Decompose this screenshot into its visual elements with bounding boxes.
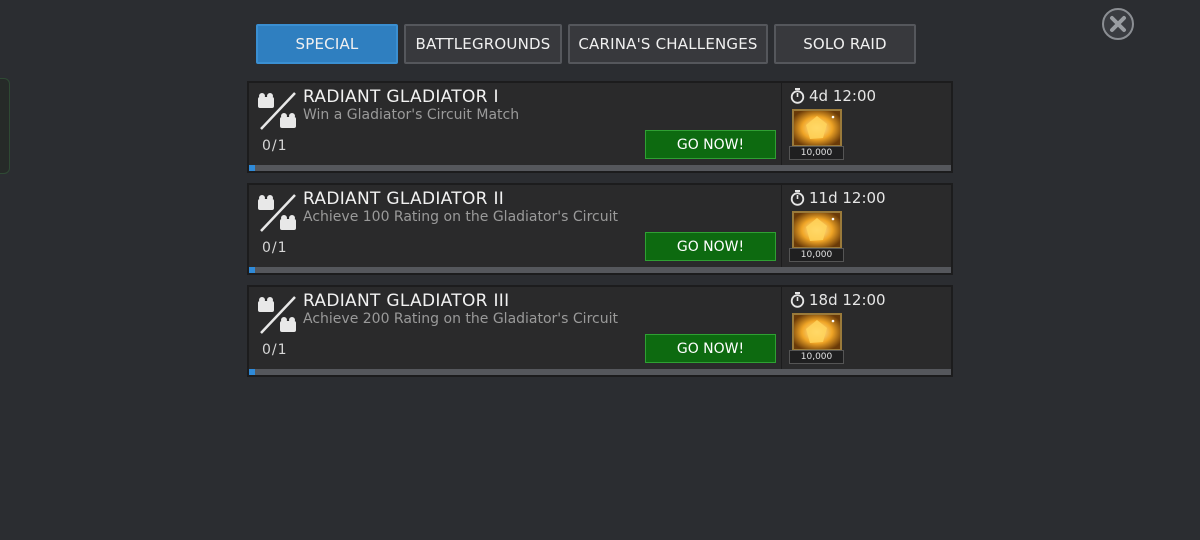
reward-panel: 4d 12:00 10,000 <box>781 83 952 165</box>
crystal-reward-icon[interactable] <box>792 313 842 351</box>
crystal-icon <box>794 315 840 349</box>
timer-text: 11d 12:00 <box>809 189 886 207</box>
stopwatch-icon <box>790 88 805 104</box>
quest-description: Achieve 100 Rating on the Gladiator's Ci… <box>303 209 618 225</box>
crystal-icon <box>794 111 840 145</box>
quest-list: RADIANT GLADIATOR I Win a Gladiator's Ci… <box>247 81 953 387</box>
reward-amount: 10,000 <box>789 146 844 160</box>
quest-description: Achieve 200 Rating on the Gladiator's Ci… <box>303 311 618 327</box>
gladiator-versus-icon <box>258 194 296 232</box>
gladiator-versus-icon <box>258 296 296 334</box>
quest-progress-bar <box>249 267 951 273</box>
go-now-button[interactable]: GO NOW! <box>645 130 776 159</box>
quest-row: RADIANT GLADIATOR III Achieve 200 Rating… <box>247 285 953 377</box>
quest-progress: 0/1 <box>262 138 288 154</box>
tab-bar: SPECIAL BATTLEGROUNDS CARINA'S CHALLENGE… <box>256 24 916 64</box>
tab-solo-raid[interactable]: SOLO RAID <box>774 24 916 64</box>
quest-progress: 0/1 <box>262 240 288 256</box>
close-icon <box>1110 16 1126 32</box>
quest-progress: 0/1 <box>262 342 288 358</box>
quest-progress-fill <box>249 267 255 273</box>
quest-row: RADIANT GLADIATOR I Win a Gladiator's Ci… <box>247 81 953 173</box>
close-button[interactable] <box>1102 8 1134 40</box>
reward-amount: 10,000 <box>789 350 844 364</box>
stopwatch-icon <box>790 292 805 308</box>
reward-panel: 18d 12:00 10,000 <box>781 287 952 369</box>
crystal-icon <box>794 213 840 247</box>
quest-description: Win a Gladiator's Circuit Match <box>303 107 520 123</box>
gladiator-versus-icon <box>258 92 296 130</box>
crystal-reward-icon[interactable] <box>792 109 842 147</box>
stopwatch-icon <box>790 190 805 206</box>
quest-timer: 11d 12:00 <box>790 189 886 207</box>
side-panel-edge <box>0 78 10 174</box>
quest-timer: 4d 12:00 <box>790 87 876 105</box>
quest-title: RADIANT GLADIATOR III <box>303 291 510 311</box>
quest-progress-fill <box>249 165 255 171</box>
go-now-button[interactable]: GO NOW! <box>645 232 776 261</box>
quest-timer: 18d 12:00 <box>790 291 886 309</box>
timer-text: 18d 12:00 <box>809 291 886 309</box>
tab-battlegrounds[interactable]: BATTLEGROUNDS <box>404 24 562 64</box>
reward-amount: 10,000 <box>789 248 844 262</box>
timer-text: 4d 12:00 <box>809 87 877 105</box>
tab-carinas-challenges[interactable]: CARINA'S CHALLENGES <box>568 24 768 64</box>
quest-title: RADIANT GLADIATOR I <box>303 87 499 107</box>
reward-panel: 11d 12:00 10,000 <box>781 185 952 267</box>
quest-progress-fill <box>249 369 255 375</box>
crystal-reward-icon[interactable] <box>792 211 842 249</box>
quest-title: RADIANT GLADIATOR II <box>303 189 505 209</box>
go-now-button[interactable]: GO NOW! <box>645 334 776 363</box>
quest-row: RADIANT GLADIATOR II Achieve 100 Rating … <box>247 183 953 275</box>
quest-progress-bar <box>249 369 951 375</box>
tab-special[interactable]: SPECIAL <box>256 24 398 64</box>
quest-progress-bar <box>249 165 951 171</box>
